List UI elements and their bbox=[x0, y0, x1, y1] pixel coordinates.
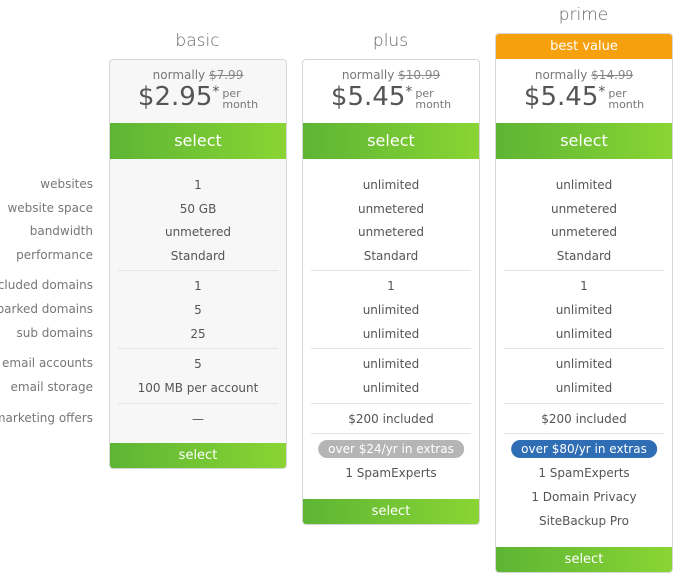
feature-value: unmetered bbox=[164, 225, 232, 239]
month: month bbox=[415, 98, 452, 111]
asterisk: * bbox=[212, 84, 220, 100]
feature-value: 100 MB per account bbox=[137, 381, 259, 395]
divider bbox=[504, 270, 664, 271]
extras-badge: over $24/yr in extras bbox=[318, 440, 464, 458]
feature-value: unlimited bbox=[362, 178, 420, 192]
feature-value: 5 bbox=[194, 357, 202, 371]
row-label: website space bbox=[7, 201, 93, 215]
price: $5.45 * per month bbox=[496, 82, 672, 112]
feature-value: unlimited bbox=[555, 357, 613, 371]
feature-value: unmetered bbox=[357, 202, 425, 216]
feature-value: unmetered bbox=[550, 225, 618, 239]
per-month: per month bbox=[415, 88, 451, 110]
feature-value: $200 included bbox=[348, 412, 434, 426]
normally-price: normally $10.99 bbox=[303, 68, 479, 82]
divider bbox=[311, 433, 471, 434]
price: $5.45 * per month bbox=[303, 82, 479, 112]
feature-value: 1 bbox=[194, 279, 202, 293]
feature-value: Standard bbox=[170, 249, 226, 263]
row-label: websites bbox=[40, 177, 93, 191]
feature-value: unlimited bbox=[555, 178, 613, 192]
row-label: email accounts bbox=[2, 356, 93, 370]
divider bbox=[311, 403, 471, 404]
extras-badge: over $80/yr in extras bbox=[511, 440, 657, 458]
extra-item: 1 Domain Privacy bbox=[531, 490, 637, 504]
feature-value: unmetered bbox=[357, 225, 425, 239]
feature-value: unlimited bbox=[555, 327, 613, 341]
feature-value: unlimited bbox=[555, 303, 613, 317]
per-month: per month bbox=[222, 88, 258, 110]
feature-value: unlimited bbox=[362, 357, 420, 371]
divider bbox=[311, 270, 471, 271]
per-month: per month bbox=[608, 88, 644, 110]
feature-value: unlimited bbox=[362, 327, 420, 341]
feature-value: Standard bbox=[556, 249, 612, 263]
row-label: performance bbox=[16, 248, 93, 262]
month: month bbox=[222, 98, 259, 111]
price-amount: $5.45 bbox=[330, 82, 406, 112]
feature-value: unlimited bbox=[555, 381, 613, 395]
normally-price: normally $14.99 bbox=[496, 68, 672, 82]
plan-title: prime bbox=[558, 5, 609, 25]
row-label: bandwidth bbox=[29, 224, 93, 238]
feature-value: 1 bbox=[580, 279, 588, 293]
divider bbox=[311, 348, 471, 349]
select-button-top[interactable]: select bbox=[496, 123, 672, 159]
plan-title: plus bbox=[372, 31, 409, 51]
feature-value: — bbox=[192, 412, 204, 426]
price-amount: $5.45 bbox=[523, 82, 599, 112]
divider bbox=[118, 403, 278, 404]
plan-card-basic: normally $7.99 $2.95 * per month select 1 50 GB… bbox=[109, 59, 287, 469]
month: month bbox=[608, 98, 645, 111]
row-label: marketing offers bbox=[0, 411, 93, 425]
feature-value: 25 bbox=[190, 327, 206, 341]
asterisk: * bbox=[598, 84, 606, 100]
feature-value: 1 bbox=[194, 178, 202, 192]
normally-label: normally bbox=[534, 68, 588, 82]
select-button-top[interactable]: select bbox=[303, 123, 479, 159]
divider bbox=[504, 348, 664, 349]
normally-label: normally bbox=[152, 68, 206, 82]
normally-price: normally $7.99 bbox=[110, 68, 286, 82]
row-label: sub domains bbox=[16, 326, 93, 340]
plan-title: basic bbox=[175, 31, 220, 51]
best-value-banner: best value bbox=[496, 34, 672, 59]
divider bbox=[504, 403, 664, 404]
normally-label: normally bbox=[341, 68, 395, 82]
old-price: $14.99 bbox=[591, 68, 634, 82]
plan-card-prime: best value normally $14.99 $5.45 * per month s… bbox=[495, 33, 673, 573]
divider bbox=[118, 348, 278, 349]
extra-item: SiteBackup Pro bbox=[539, 514, 629, 528]
feature-value: unlimited bbox=[362, 303, 420, 317]
price-amount: $2.95 bbox=[137, 82, 213, 112]
select-button-bottom[interactable]: select bbox=[110, 443, 286, 468]
row-label: parked domains bbox=[0, 302, 93, 316]
asterisk: * bbox=[405, 84, 413, 100]
feature-value: 1 bbox=[387, 279, 395, 293]
row-label: included domains bbox=[0, 278, 93, 292]
divider bbox=[504, 433, 664, 434]
extra-item: 1 SpamExperts bbox=[345, 466, 437, 480]
row-label: email storage bbox=[10, 380, 94, 394]
old-price: $7.99 bbox=[208, 68, 244, 82]
divider bbox=[118, 270, 278, 271]
select-button-bottom[interactable]: select bbox=[303, 499, 479, 524]
old-price: $10.99 bbox=[398, 68, 441, 82]
feature-value: unlimited bbox=[362, 381, 420, 395]
feature-value: $200 included bbox=[541, 412, 627, 426]
feature-value: 5 bbox=[194, 303, 202, 317]
plan-card-plus: normally $10.99 $5.45 * per month select unlim… bbox=[302, 59, 480, 525]
feature-value: Standard bbox=[363, 249, 419, 263]
price: $2.95 * per month bbox=[110, 82, 286, 112]
select-button-bottom[interactable]: select bbox=[496, 547, 672, 572]
feature-value: unmetered bbox=[550, 202, 618, 216]
select-button-top[interactable]: select bbox=[110, 123, 286, 159]
extra-item: 1 SpamExperts bbox=[538, 466, 630, 480]
feature-value: 50 GB bbox=[179, 202, 217, 216]
